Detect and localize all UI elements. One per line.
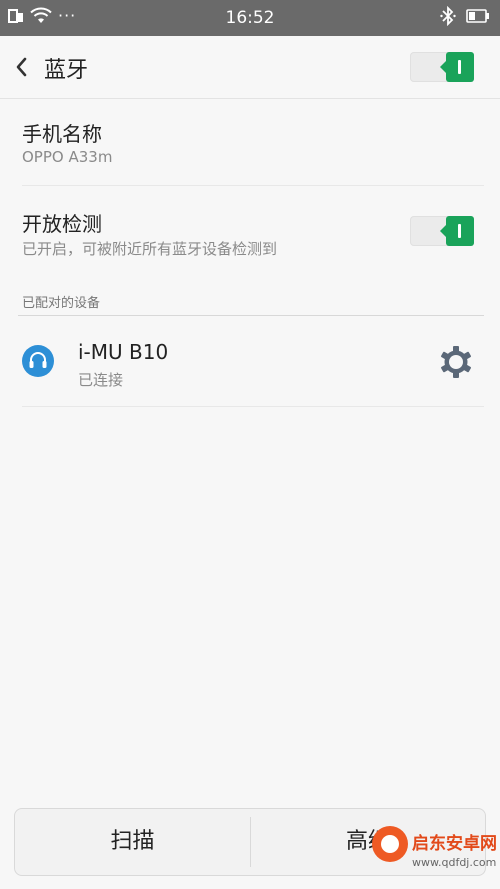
status-bar: ··· 16:52: [0, 0, 500, 36]
bluetooth-toggle-knob: [440, 52, 474, 82]
phone-name-label: 手机名称: [22, 122, 102, 146]
paired-devices-header: 已配对的设备: [22, 296, 101, 311]
app-header: 蓝牙: [0, 36, 500, 99]
device-status: 已连接: [78, 371, 124, 389]
visibility-toggle-knob: [440, 216, 474, 246]
scan-button[interactable]: 扫描: [15, 809, 250, 875]
headset-icon: [22, 345, 54, 377]
back-button[interactable]: [10, 54, 34, 80]
watermark-url: www.qdfdj.com: [412, 856, 497, 869]
status-time: 16:52: [225, 8, 275, 28]
status-right-icons: [440, 6, 490, 26]
divider: [22, 406, 484, 407]
visibility-label: 开放检测: [22, 212, 102, 236]
device-name: i-MU B10: [78, 340, 169, 364]
device-settings-gear-icon[interactable]: [438, 344, 474, 380]
bluetooth-toggle[interactable]: [410, 52, 474, 82]
watermark-name: 启东安卓网: [412, 834, 497, 854]
divider: [22, 185, 484, 186]
battery-icon: [466, 9, 489, 23]
bluetooth-status-icon: [440, 6, 456, 26]
watermark: 启东安卓网 www.qdfdj.com: [372, 826, 498, 886]
visibility-toggle[interactable]: [410, 216, 474, 246]
phone-name-value: OPPO A33m: [22, 148, 113, 166]
visibility-description: 已开启，可被附近所有蓝牙设备检测到: [22, 240, 278, 258]
section-divider: [18, 315, 484, 316]
watermark-logo-icon: [372, 826, 408, 862]
page-title: 蓝牙: [44, 58, 89, 83]
